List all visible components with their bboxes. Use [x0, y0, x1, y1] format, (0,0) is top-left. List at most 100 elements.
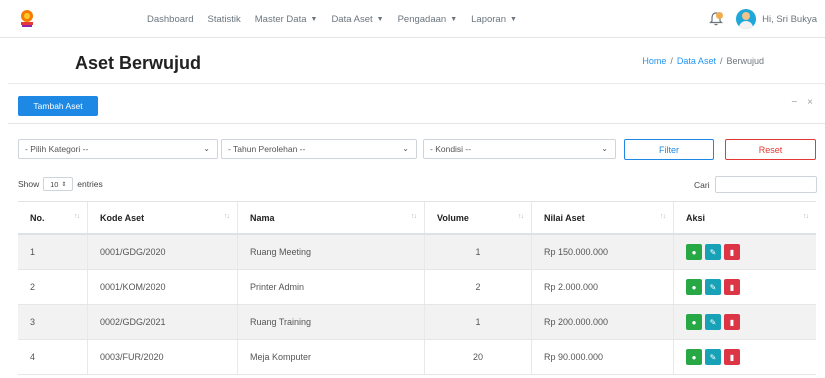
- search-input[interactable]: [714, 176, 817, 193]
- row-actions: ● ✎ ▮: [686, 349, 743, 365]
- cell-aksi: ● ✎ ▮: [674, 305, 816, 339]
- kategori-select[interactable]: - Pilih Kategori -- ⌄: [18, 139, 218, 159]
- breadcrumb-separator: /: [719, 56, 723, 66]
- caret-down-icon: ▼: [376, 15, 384, 23]
- tahun-select[interactable]: - Tahun Perolehan -- ⌄: [221, 139, 417, 159]
- cell-kode: 0001/KOM/2020: [88, 270, 238, 304]
- trash-icon: ▮: [729, 247, 735, 257]
- cell-nilai: Rp 90.000.000: [532, 340, 674, 374]
- kondisi-select[interactable]: - Kondisi -- ⌄: [423, 139, 616, 159]
- column-header-aksi[interactable]: Aksi ↑↓: [674, 202, 816, 233]
- column-header-volume[interactable]: Volume ↑↓: [425, 202, 532, 233]
- cell-volume: 2: [425, 270, 532, 304]
- nav-statistik[interactable]: Statistik: [207, 14, 240, 25]
- table-row: 2 0001/KOM/2020 Printer Admin 2 Rp 2.000…: [18, 270, 816, 305]
- chevron-down-icon: ⌄: [601, 144, 608, 153]
- card-header: Tambah Aset − ×: [8, 84, 825, 124]
- page-title: Aset Berwujud: [75, 53, 202, 73]
- view-button[interactable]: ●: [686, 314, 702, 330]
- view-button[interactable]: ●: [686, 349, 702, 365]
- caret-down-icon: ▼: [450, 15, 458, 23]
- chevron-down-icon: ⌄: [402, 144, 409, 153]
- breadcrumb-home[interactable]: Home: [642, 56, 666, 66]
- search-label: Cari: [694, 179, 710, 190]
- edit-icon: ✎: [709, 352, 717, 362]
- cell-no: 4: [18, 340, 88, 374]
- row-actions: ● ✎ ▮: [686, 314, 743, 330]
- caret-down-icon: ▼: [510, 15, 517, 23]
- column-label: Nama: [250, 212, 275, 223]
- cell-no: 2: [18, 270, 88, 304]
- edit-icon: ✎: [709, 317, 717, 327]
- tahun-select-value: - Tahun Perolehan --: [228, 144, 306, 154]
- nav-pengadaan-label: Pengadaan: [397, 13, 447, 25]
- add-asset-button[interactable]: Tambah Aset: [18, 96, 98, 116]
- breadcrumb-separator: /: [670, 56, 673, 66]
- user-avatar-icon[interactable]: [736, 9, 757, 29]
- column-label: Aksi: [686, 212, 706, 223]
- column-label: Kode Aset: [100, 212, 145, 223]
- column-header-no[interactable]: No. ↑↓: [18, 202, 88, 233]
- column-header-nama[interactable]: Nama ↑↓: [238, 202, 425, 233]
- edit-button[interactable]: ✎: [705, 349, 721, 365]
- cell-no: 1: [18, 235, 88, 269]
- nav-master-data-label: Master Data: [254, 13, 307, 25]
- eye-icon: ●: [691, 247, 697, 257]
- nav-data-aset-label: Data Aset: [331, 13, 373, 25]
- nav-pengadaan[interactable]: Pengadaan ▼: [398, 14, 458, 25]
- cell-nama: Ruang Training: [238, 305, 425, 339]
- close-icon[interactable]: ×: [807, 97, 813, 108]
- breadcrumb-current: Berwujud: [726, 56, 764, 66]
- show-label: Show: [18, 179, 40, 189]
- reset-button[interactable]: Reset: [725, 139, 816, 160]
- column-header-nilai[interactable]: Nilai Aset ↑↓: [532, 202, 674, 233]
- eye-icon: ●: [691, 282, 697, 292]
- delete-button[interactable]: ▮: [724, 314, 740, 330]
- trash-icon: ▮: [729, 317, 735, 327]
- search-control: Cari: [694, 176, 817, 193]
- delete-button[interactable]: ▮: [724, 279, 740, 295]
- column-header-kode[interactable]: Kode Aset ↑↓: [88, 202, 238, 233]
- view-button[interactable]: ●: [686, 244, 702, 260]
- cell-kode: 0001/GDG/2020: [88, 235, 238, 269]
- cell-nama: Printer Admin: [238, 270, 425, 304]
- view-button[interactable]: ●: [686, 279, 702, 295]
- table-header: No. ↑↓ Kode Aset ↑↓ Nama ↑↓ Volume ↑↓ Nilai …: [18, 201, 816, 235]
- cell-no: 3: [18, 305, 88, 339]
- delete-button[interactable]: ▮: [724, 349, 740, 365]
- filter-button[interactable]: Filter: [624, 139, 714, 160]
- page-size-select[interactable]: 10 ⇕: [43, 177, 74, 191]
- column-label: No.: [30, 212, 45, 223]
- cell-kode: 0003/FUR/2020: [88, 340, 238, 374]
- nav-laporan[interactable]: Laporan ▼: [471, 14, 517, 25]
- nav-dashboard[interactable]: Dashboard: [147, 14, 193, 25]
- edit-button[interactable]: ✎: [705, 314, 721, 330]
- nav-master-data[interactable]: Master Data ▼: [255, 14, 318, 25]
- user-greeting[interactable]: Hi, Sri Bukya: [762, 14, 817, 25]
- entries-label: entries: [77, 179, 103, 189]
- edit-icon: ✎: [709, 247, 717, 257]
- cell-nilai: Rp 200.000.000: [532, 305, 674, 339]
- sort-arrows-icon: ⇕: [61, 181, 67, 188]
- sort-icon: ↑↓: [411, 213, 417, 220]
- cell-aksi: ● ✎ ▮: [674, 270, 816, 304]
- nav-data-aset[interactable]: Data Aset ▼: [331, 14, 383, 25]
- app-logo-icon[interactable]: [18, 9, 36, 29]
- card-tools: − ×: [781, 97, 813, 108]
- avatar-head: [742, 12, 751, 20]
- edit-button[interactable]: ✎: [705, 244, 721, 260]
- table-row: 1 0001/GDG/2020 Ruang Meeting 1 Rp 150.0…: [18, 235, 816, 270]
- notification-button[interactable]: [708, 11, 724, 27]
- table-row: 4 0003/FUR/2020 Meja Komputer 20 Rp 90.0…: [18, 340, 816, 375]
- sort-icon: ↑↓: [224, 213, 230, 220]
- minimize-icon[interactable]: −: [791, 97, 797, 108]
- cell-nilai: Rp 2.000.000: [532, 270, 674, 304]
- nav-user-area: Hi, Sri Bukya: [708, 0, 817, 38]
- breadcrumb-data-aset[interactable]: Data Aset: [677, 56, 716, 66]
- page-size-value: 10: [50, 179, 59, 189]
- sort-icon: ↑↓: [660, 213, 666, 220]
- delete-button[interactable]: ▮: [724, 244, 740, 260]
- row-actions: ● ✎ ▮: [686, 279, 743, 295]
- page-size-control: Show 10 ⇕ entries: [18, 177, 103, 191]
- edit-button[interactable]: ✎: [705, 279, 721, 295]
